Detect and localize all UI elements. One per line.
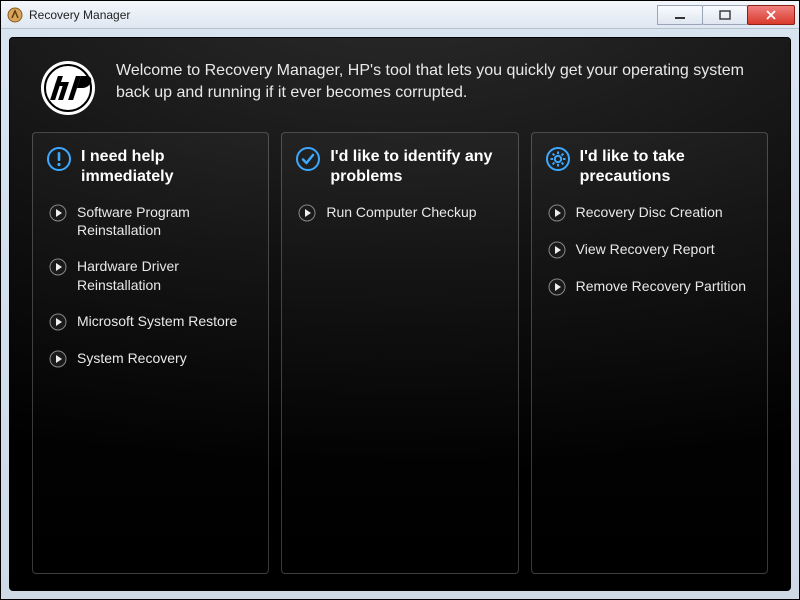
option-view-recovery-report[interactable]: View Recovery Report — [548, 240, 753, 259]
hp-logo-icon — [40, 60, 96, 116]
option-recovery-disc-creation[interactable]: Recovery Disc Creation — [548, 203, 753, 222]
option-label: Remove Recovery Partition — [576, 277, 746, 295]
item-list: Recovery Disc Creation View Recovery Rep… — [546, 203, 753, 296]
option-label: Recovery Disc Creation — [576, 203, 723, 221]
intro-text: Welcome to Recovery Manager, HP's tool t… — [116, 60, 760, 105]
column-header: I need help immediately — [47, 147, 254, 187]
option-software-reinstall[interactable]: Software Program Reinstallation — [49, 203, 254, 239]
column-help-immediately: I need help immediately Software Program… — [32, 132, 269, 574]
play-icon — [298, 204, 316, 222]
column-header: I'd like to take precautions — [546, 147, 753, 187]
option-system-recovery[interactable]: System Recovery — [49, 349, 254, 368]
play-icon — [548, 278, 566, 296]
close-button[interactable] — [747, 5, 795, 25]
check-icon — [296, 147, 320, 171]
play-icon — [49, 204, 67, 222]
app-icon — [7, 7, 23, 23]
alert-icon — [47, 147, 71, 171]
intro-row: Welcome to Recovery Manager, HP's tool t… — [32, 56, 768, 126]
option-hardware-driver-reinstall[interactable]: Hardware Driver Reinstallation — [49, 257, 254, 293]
option-system-restore[interactable]: Microsoft System Restore — [49, 312, 254, 331]
application-window: Recovery Manager — [0, 0, 800, 600]
column-identify-problems: I'd like to identify any problems Run Co… — [281, 132, 518, 574]
window-title: Recovery Manager — [29, 8, 658, 22]
option-label: Microsoft System Restore — [77, 312, 237, 330]
item-list: Software Program Reinstallation Hardware… — [47, 203, 254, 368]
option-label: System Recovery — [77, 349, 187, 367]
client-area: Welcome to Recovery Manager, HP's tool t… — [1, 29, 799, 599]
play-icon — [548, 241, 566, 259]
option-label: View Recovery Report — [576, 240, 715, 258]
option-label: Run Computer Checkup — [326, 203, 476, 221]
play-icon — [49, 350, 67, 368]
titlebar[interactable]: Recovery Manager — [1, 1, 799, 29]
column-title: I need help immediately — [81, 147, 254, 187]
column-title: I'd like to take precautions — [580, 147, 753, 187]
option-label: Software Program Reinstallation — [77, 203, 254, 239]
option-label: Hardware Driver Reinstallation — [77, 257, 254, 293]
play-icon — [548, 204, 566, 222]
maximize-button[interactable] — [702, 5, 748, 25]
minimize-button[interactable] — [657, 5, 703, 25]
option-run-checkup[interactable]: Run Computer Checkup — [298, 203, 503, 222]
item-list: Run Computer Checkup — [296, 203, 503, 222]
gear-icon — [546, 147, 570, 171]
play-icon — [49, 313, 67, 331]
columns: I need help immediately Software Program… — [32, 132, 768, 574]
content-panel: Welcome to Recovery Manager, HP's tool t… — [9, 37, 791, 591]
column-header: I'd like to identify any problems — [296, 147, 503, 187]
play-icon — [49, 258, 67, 276]
option-remove-recovery-partition[interactable]: Remove Recovery Partition — [548, 277, 753, 296]
window-controls — [658, 5, 795, 25]
column-take-precautions: I'd like to take precautions Recovery Di… — [531, 132, 768, 574]
column-title: I'd like to identify any problems — [330, 147, 503, 187]
